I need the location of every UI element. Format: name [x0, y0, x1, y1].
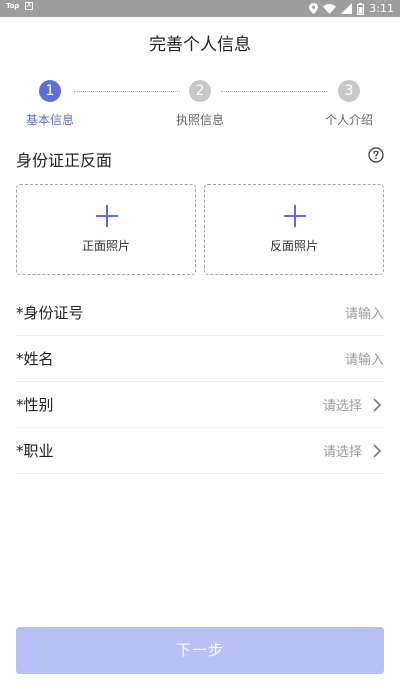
wifi-icon	[323, 3, 337, 14]
page-title: 完善个人信息	[149, 35, 251, 55]
step-1-circle: 1	[39, 80, 61, 102]
chevron-right-icon	[373, 398, 382, 412]
help-icon[interactable]	[368, 147, 384, 163]
step-2-label: 执照信息	[175, 113, 224, 127]
front-photo-upload[interactable]: 正面照片	[16, 184, 196, 275]
occupation-row[interactable]: *职业 请选择	[16, 428, 384, 474]
gender-label: *性别	[16, 396, 54, 414]
signal-icon	[341, 3, 353, 14]
id-section-title: 身份证正反面	[16, 151, 113, 170]
front-photo-label: 正面照片	[81, 239, 130, 253]
step-3-label: 个人介绍	[324, 113, 373, 127]
id-number-input[interactable]: 请输入	[345, 303, 384, 322]
gender-select[interactable]: 请选择	[323, 395, 362, 414]
status-notification-icon: A	[25, 2, 34, 10]
next-step-button[interactable]: 下一步	[16, 627, 384, 674]
step-connector	[74, 91, 180, 92]
plus-icon	[284, 205, 306, 227]
back-photo-upload[interactable]: 反面照片	[204, 184, 384, 275]
status-time: 3:11	[369, 2, 394, 15]
step-connector	[221, 91, 327, 92]
name-row[interactable]: *姓名 请输入	[16, 336, 384, 382]
id-number-label: *身份证号	[16, 304, 84, 322]
step-1-label: 基本信息	[25, 113, 74, 127]
id-number-row[interactable]: *身份证号 请输入	[16, 290, 384, 336]
occupation-label: *职业	[16, 442, 54, 460]
step-3-circle: 3	[338, 80, 360, 102]
occupation-select[interactable]: 请选择	[323, 441, 362, 460]
status-bar: Top A 3:11	[0, 0, 400, 17]
name-input[interactable]: 请输入	[345, 349, 384, 368]
battery-icon	[357, 2, 365, 15]
plus-icon	[96, 205, 118, 227]
location-icon	[309, 3, 319, 14]
name-label: *姓名	[16, 350, 54, 368]
step-2-circle: 2	[189, 80, 211, 102]
step-indicator: 1 基本信息 2 执照信息 3 个人介绍	[0, 80, 400, 130]
back-photo-label: 反面照片	[269, 239, 318, 253]
gender-row[interactable]: *性别 请选择	[16, 382, 384, 428]
chevron-right-icon	[373, 444, 382, 458]
status-app-label: Top	[6, 2, 20, 10]
